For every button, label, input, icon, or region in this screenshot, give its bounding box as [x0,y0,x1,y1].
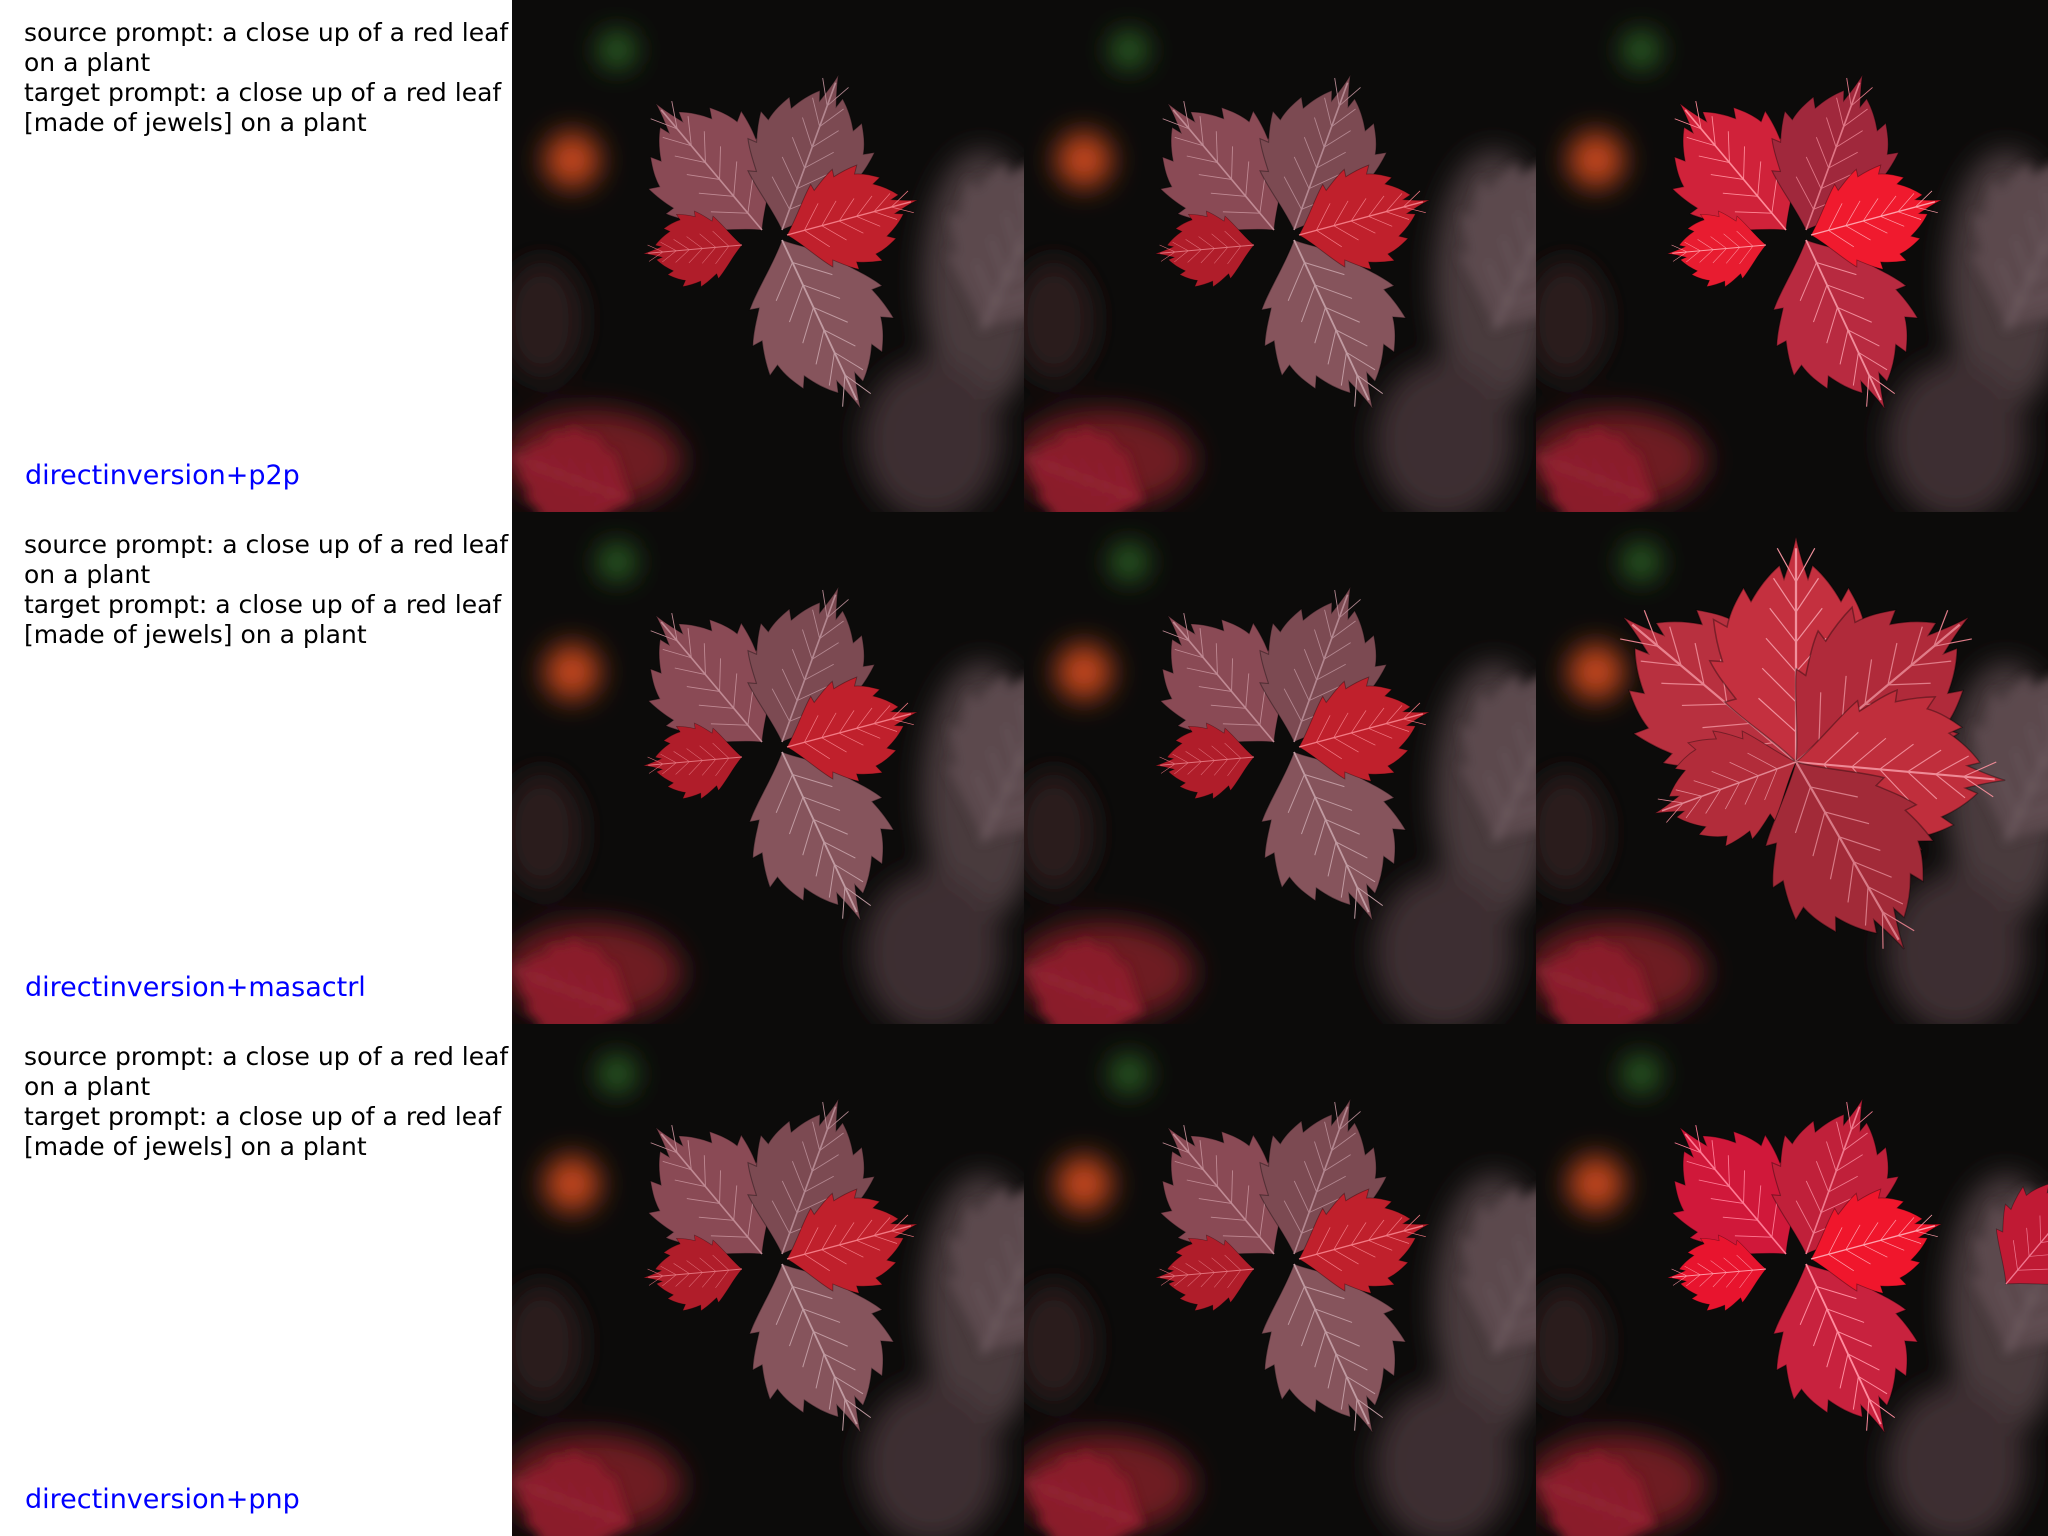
leaf-photo [512,1024,1024,1536]
result-row: source prompt: a close up of a red leaf … [0,0,2048,512]
source-prompt-line: source prompt: a close up of a red leaf [24,18,509,47]
leaf-photo [512,0,1024,512]
source-prompt-line: on a plant [24,1072,151,1101]
prompt-cell: source prompt: a close up of a red leaf … [0,1024,512,1536]
target-prompt-line: target prompt: a close up of a red leaf [24,590,502,619]
prompt-text: source prompt: a close up of a red leaf … [24,1042,510,1162]
prompt-cell: source prompt: a close up of a red leaf … [0,0,512,512]
leaf-photo [1536,0,2048,512]
source-prompt-line: on a plant [24,48,151,77]
result-row: source prompt: a close up of a red leaf … [0,512,2048,1024]
edited-image [1536,0,2048,512]
method-label: directinversion+pnp [25,1484,300,1515]
method-label: directinversion+masactrl [25,972,366,1003]
source-prompt-line: on a plant [24,560,151,589]
leaf-photo [1024,512,1536,1024]
target-prompt-line: [made of jewels] on a plant [24,108,367,137]
comparison-grid: source prompt: a close up of a red leaf … [0,0,2048,1536]
reconstruction-image [1024,0,1536,512]
prompt-cell: source prompt: a close up of a red leaf … [0,512,512,1024]
edited-image [1536,1024,2048,1536]
target-prompt-line: [made of jewels] on a plant [24,1132,367,1161]
source-image [512,0,1024,512]
source-image [512,512,1024,1024]
leaf-photo [1024,1024,1536,1536]
leaf-photo [512,512,1024,1024]
prompt-text: source prompt: a close up of a red leaf … [24,530,510,650]
source-prompt-line: source prompt: a close up of a red leaf [24,530,509,559]
target-prompt-line: target prompt: a close up of a red leaf [24,1102,502,1131]
leaf-photo [1536,512,2048,1024]
edited-image [1536,512,2048,1024]
reconstruction-image [1024,1024,1536,1536]
source-image [512,1024,1024,1536]
leaf-photo [1024,0,1536,512]
target-prompt-line: target prompt: a close up of a red leaf [24,78,502,107]
reconstruction-image [1024,512,1536,1024]
leaf-photo [1536,1024,2048,1536]
prompt-text: source prompt: a close up of a red leaf … [24,18,510,138]
result-row: source prompt: a close up of a red leaf … [0,1024,2048,1536]
target-prompt-line: [made of jewels] on a plant [24,620,367,649]
method-label: directinversion+p2p [25,460,300,491]
source-prompt-line: source prompt: a close up of a red leaf [24,1042,509,1071]
